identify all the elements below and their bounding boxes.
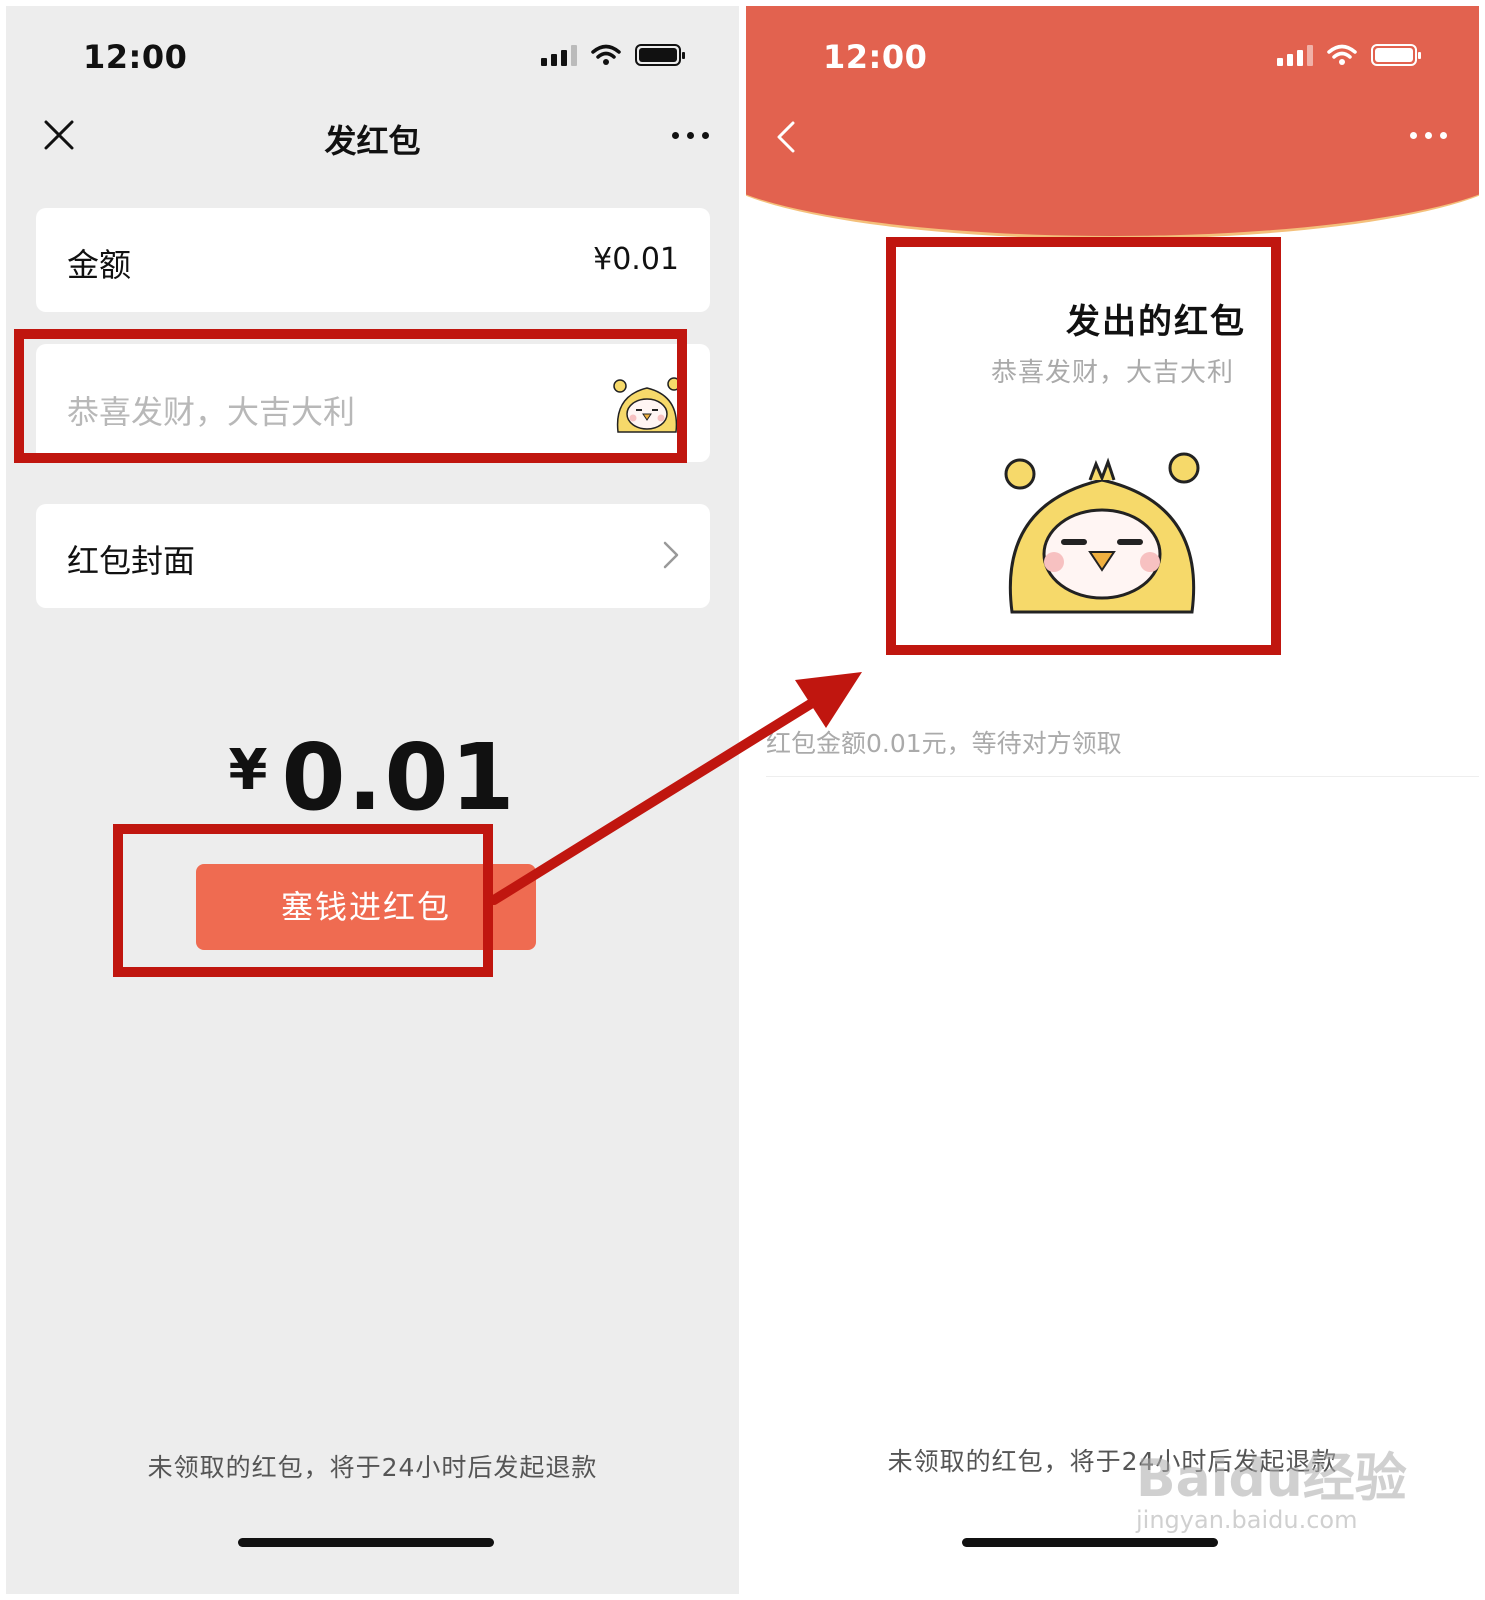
amount-row[interactable]: 金额 ¥0.01 (36, 208, 710, 312)
back-icon[interactable] (776, 120, 796, 154)
home-indicator[interactable] (962, 1538, 1218, 1547)
watermark-url: jingyan.baidu.com (1136, 1506, 1358, 1534)
total-amount: ¥0.01 (6, 724, 739, 831)
more-icon[interactable] (672, 132, 709, 139)
status-icons (541, 44, 685, 66)
cover-row[interactable]: 红包封面 (36, 504, 710, 608)
chevron-right-icon (663, 541, 679, 569)
send-red-packet-screen: 12:00 发红包 金额 ¥0.01 恭喜发财，大吉大利 红包封面 ¥ 0.01… (6, 6, 739, 1594)
signal-icon (1277, 44, 1313, 66)
status-icons (1277, 44, 1421, 66)
amount-label: 金额 (67, 246, 132, 284)
amount-input[interactable]: ¥0.01 (593, 242, 679, 277)
highlight-send-button-box (113, 824, 493, 977)
page-title: 发红包 (324, 122, 421, 160)
packet-status: 红包金额0.01元，等待对方领取 (766, 729, 1122, 758)
cover-label: 红包封面 (67, 542, 196, 580)
status-time: 12:00 (823, 38, 928, 76)
signal-icon (541, 44, 577, 66)
currency-symbol: ¥ (228, 738, 268, 803)
home-indicator[interactable] (238, 1538, 494, 1547)
watermark-logo: Baidu经验 (1136, 1449, 1407, 1509)
divider (766, 776, 1479, 777)
battery-icon (635, 44, 685, 66)
highlight-result-box (886, 237, 1281, 655)
wifi-icon (1327, 44, 1357, 65)
battery-icon (1371, 44, 1421, 66)
wifi-icon (591, 44, 621, 65)
highlight-greeting-box (14, 329, 687, 463)
more-icon[interactable] (1410, 132, 1447, 139)
refund-note: 未领取的红包，将于24小时后发起退款 (147, 1453, 598, 1482)
status-time: 12:00 (83, 38, 188, 76)
total-amount-value: 0.01 (281, 724, 517, 831)
